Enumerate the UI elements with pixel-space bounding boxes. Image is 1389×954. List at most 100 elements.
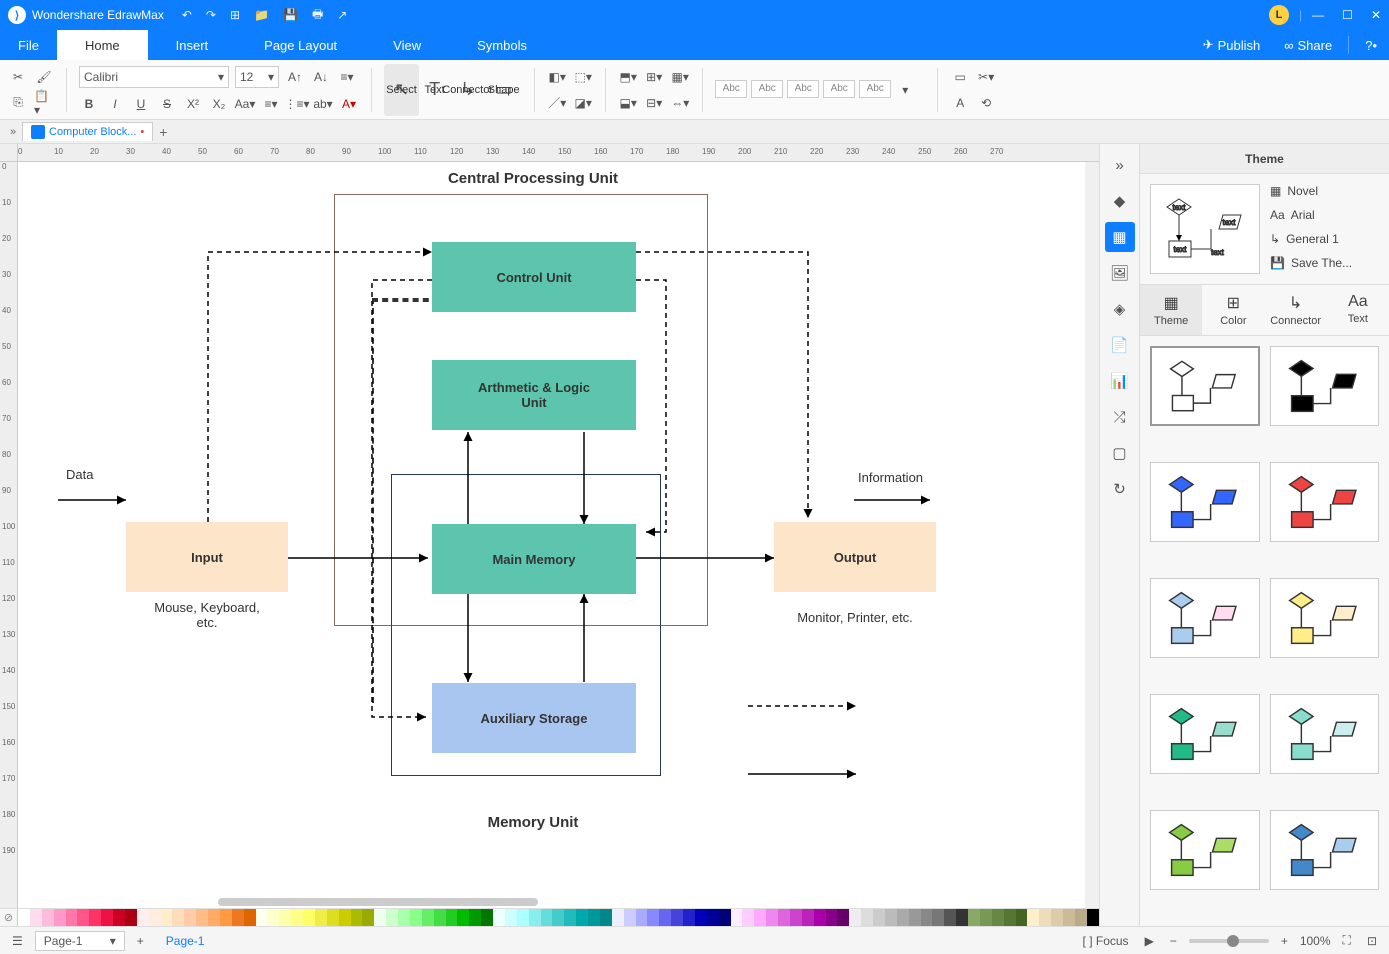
color-swatch[interactable]	[576, 909, 588, 926]
bold-icon[interactable]: B	[79, 94, 99, 114]
line-icon[interactable]: ⬚▾	[573, 67, 593, 87]
color-swatch[interactable]	[434, 909, 446, 926]
color-swatch[interactable]	[1004, 909, 1016, 926]
theme-connector[interactable]: ↳General 1	[1270, 232, 1379, 246]
open-icon[interactable]: 📁	[254, 8, 269, 22]
color-swatch[interactable]	[612, 909, 624, 926]
page-tab[interactable]: Page-1	[156, 932, 215, 950]
color-swatch[interactable]	[814, 909, 826, 926]
italic-icon[interactable]: I	[105, 94, 125, 114]
theme-card[interactable]	[1150, 578, 1260, 658]
menu-symbols[interactable]: Symbols	[449, 30, 555, 60]
fill-icon[interactable]: ◧▾	[547, 67, 567, 87]
font-name-combo[interactable]: Calibri▾	[79, 66, 229, 88]
select-tool[interactable]: ↖Select	[384, 64, 419, 116]
text-color-icon[interactable]: A	[950, 93, 970, 113]
menu-home[interactable]: Home	[57, 30, 148, 60]
color-swatch[interactable]	[1051, 909, 1063, 926]
expand-icon[interactable]: »	[1105, 150, 1135, 180]
aux-storage-box[interactable]: Auxiliary Storage	[432, 683, 636, 753]
color-swatch[interactable]	[707, 909, 719, 926]
color-swatch[interactable]	[469, 909, 481, 926]
color-swatch[interactable]	[754, 909, 766, 926]
shadow-icon[interactable]: ◪▾	[573, 93, 593, 113]
color-swatch[interactable]	[885, 909, 897, 926]
h-scrollbar[interactable]	[218, 898, 538, 906]
control-unit-box[interactable]: Control Unit	[432, 242, 636, 312]
color-swatch[interactable]	[671, 909, 683, 926]
color-swatch[interactable]	[398, 909, 410, 926]
color-swatch[interactable]	[267, 909, 279, 926]
menu-file[interactable]: File	[0, 30, 57, 60]
color-swatch[interactable]	[742, 909, 754, 926]
case-icon[interactable]: Aa▾	[235, 94, 255, 114]
styles-more-icon[interactable]: ▾	[895, 80, 915, 100]
color-swatch[interactable]	[481, 909, 493, 926]
theme-card[interactable]	[1270, 694, 1380, 774]
image-panel-icon[interactable]: 🖼	[1105, 258, 1135, 288]
bring-front-icon[interactable]: ⬒▾	[618, 67, 638, 87]
format-painter-icon[interactable]: 🖌	[34, 67, 54, 87]
theme-card[interactable]	[1150, 694, 1260, 774]
share-button[interactable]: ∞Share	[1272, 30, 1344, 60]
color-swatch[interactable]	[897, 909, 909, 926]
v-scrollbar[interactable]	[1085, 162, 1099, 908]
connector-tool[interactable]: ↳Connector	[450, 64, 485, 116]
color-swatch[interactable]	[1087, 909, 1099, 926]
save-icon[interactable]: 💾	[283, 8, 298, 22]
align-left-icon[interactable]: ≡▾	[337, 67, 357, 87]
redo-icon[interactable]: ↷	[206, 8, 216, 22]
theme-card[interactable]	[1270, 810, 1380, 890]
color-swatch[interactable]	[410, 909, 422, 926]
panel-tab-connector[interactable]: ↳Connector	[1265, 285, 1327, 335]
print-icon[interactable]: 🖶	[312, 5, 323, 26]
layers-panel-icon[interactable]: ◈	[1105, 294, 1135, 324]
group-icon[interactable]: ⊞▾	[644, 67, 664, 87]
canvas[interactable]: Central Processing Unit Memory Unit	[18, 162, 1085, 908]
color-swatch[interactable]	[849, 909, 861, 926]
undo-icon[interactable]: ↶	[182, 8, 192, 22]
color-swatch[interactable]	[446, 909, 458, 926]
shuffle-icon[interactable]: ⤮	[1105, 402, 1135, 432]
color-swatch[interactable]	[944, 909, 956, 926]
shape-tool[interactable]: ▭Shape	[485, 64, 522, 116]
style-swatch-5[interactable]: Abc	[859, 80, 891, 98]
color-swatch[interactable]	[161, 909, 173, 926]
color-swatch[interactable]	[837, 909, 849, 926]
color-swatch[interactable]	[18, 909, 30, 926]
theme-card[interactable]	[1150, 810, 1260, 890]
history-icon[interactable]: ↻	[1105, 474, 1135, 504]
color-swatch[interactable]	[683, 909, 695, 926]
fit-page-icon[interactable]: ⛶	[1339, 933, 1355, 948]
chart-panel-icon[interactable]: 📊	[1105, 366, 1135, 396]
color-swatch[interactable]	[909, 909, 921, 926]
zoom-slider[interactable]	[1189, 939, 1269, 943]
color-swatch[interactable]	[956, 909, 968, 926]
theme-font[interactable]: AaArial	[1270, 208, 1379, 222]
color-swatch[interactable]	[101, 909, 113, 926]
color-swatch[interactable]	[493, 909, 505, 926]
close-button[interactable]: ✕	[1371, 8, 1381, 22]
color-swatch[interactable]	[766, 909, 778, 926]
fullscreen-icon[interactable]: ⊡	[1363, 934, 1381, 948]
subscript-icon[interactable]: X₂	[209, 94, 229, 114]
strike-icon[interactable]: S	[157, 94, 177, 114]
add-page-button[interactable]: +	[133, 934, 148, 948]
color-swatch[interactable]	[790, 909, 802, 926]
send-back-icon[interactable]: ⬓▾	[618, 93, 638, 113]
color-swatch[interactable]	[42, 909, 54, 926]
highlight-icon[interactable]: ab▾	[313, 94, 333, 114]
color-swatch[interactable]	[232, 909, 244, 926]
distribute-icon[interactable]: ⇔▾	[670, 93, 690, 113]
theme-save[interactable]: 💾Save The...	[1270, 256, 1379, 270]
color-swatch[interactable]	[968, 909, 980, 926]
color-swatch[interactable]	[89, 909, 101, 926]
color-swatch[interactable]	[422, 909, 434, 926]
page-size-icon[interactable]: ▭	[950, 67, 970, 87]
color-swatch[interactable]	[315, 909, 327, 926]
ungroup-icon[interactable]: ⊟▾	[644, 93, 664, 113]
present-icon[interactable]: ▢	[1105, 438, 1135, 468]
color-swatch[interactable]	[992, 909, 1004, 926]
rotate-icon[interactable]: ⟲	[976, 93, 996, 113]
color-swatch[interactable]	[695, 909, 707, 926]
